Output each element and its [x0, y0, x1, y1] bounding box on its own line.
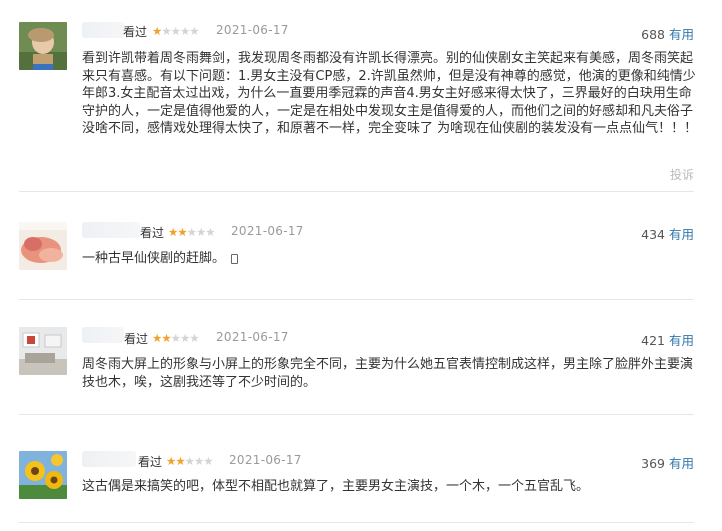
- rating-stars: ★★★★★: [152, 330, 200, 346]
- watched-status: 看过: [123, 25, 148, 39]
- vote-count: 369 有用: [641, 453, 694, 472]
- avatar[interactable]: [19, 222, 67, 270]
- vote-number: 434: [641, 227, 665, 242]
- star-empty-icon: ★: [203, 454, 213, 468]
- avatar[interactable]: [19, 327, 67, 375]
- vote-useful-button[interactable]: 有用: [669, 456, 694, 471]
- star-empty-icon: ★: [186, 225, 197, 239]
- divider: [19, 191, 694, 192]
- vote-count: 688 有用: [641, 24, 694, 43]
- vote-useful-button[interactable]: 有用: [669, 227, 694, 242]
- report-link[interactable]: 投诉: [670, 166, 694, 183]
- avatar-image: [19, 22, 67, 70]
- username[interactable]: [82, 22, 124, 38]
- username[interactable]: [82, 327, 124, 343]
- avatar-image: [19, 222, 67, 270]
- star-filled-icon: ★: [161, 331, 171, 345]
- vote-useful-button[interactable]: 有用: [669, 333, 694, 348]
- vote-count: 421 有用: [641, 330, 694, 349]
- review-text: 一种古早仙侠剧的赶脚。: [82, 251, 226, 266]
- review-date: 2021-06-17: [216, 330, 289, 344]
- review-date: 2021-06-17: [229, 453, 302, 467]
- star-empty-icon: ★: [195, 225, 206, 239]
- divider: [19, 299, 694, 300]
- star-filled-icon: ★: [177, 225, 187, 239]
- star-empty-icon: ★: [170, 331, 181, 345]
- review-content: 一种古早仙侠剧的赶脚。: [82, 250, 698, 268]
- star-filled-icon: ★: [152, 331, 162, 345]
- star-empty-icon: ★: [161, 24, 171, 38]
- review-date: 2021-06-17: [231, 224, 304, 238]
- avatar-image: [19, 451, 67, 499]
- avatar[interactable]: [19, 22, 67, 70]
- review-content: 看到许凯带着周冬雨舞剑，我发现周冬雨都没有许凯长得漂亮。别的仙侠剧女主笑起来有美…: [82, 51, 698, 136]
- review-content: 周冬雨大屏上的形象与小屏上的形象完全不同，主要为什么她五官表情控制成这样，男主除…: [82, 357, 694, 390]
- mobile-icon: [231, 253, 239, 264]
- star-empty-icon: ★: [184, 454, 195, 468]
- rating-stars: ★★★★★: [166, 453, 214, 469]
- watched-status: 看过: [138, 455, 163, 469]
- rating-stars: ★★★★★: [168, 224, 216, 240]
- star-empty-icon: ★: [189, 24, 199, 38]
- star-filled-icon: ★: [175, 454, 185, 468]
- vote-count: 434 有用: [641, 224, 694, 243]
- review-content: 这古偶是来搞笑的吧，体型不相配也就算了，主要男女主演技，一个木，一个五官乱飞。: [82, 479, 590, 494]
- rating-stars: ★★★★★: [152, 23, 200, 39]
- review-date: 2021-06-17: [216, 23, 289, 37]
- vote-number: 369: [641, 456, 665, 471]
- watched-status: 看过: [124, 332, 149, 346]
- avatar[interactable]: [19, 451, 67, 499]
- star-filled-icon: ★: [152, 24, 162, 38]
- star-empty-icon: ★: [193, 454, 204, 468]
- star-filled-icon: ★: [168, 225, 178, 239]
- avatar-image: [19, 327, 67, 375]
- username[interactable]: [82, 222, 140, 238]
- star-empty-icon: ★: [205, 225, 215, 239]
- username[interactable]: [82, 451, 136, 467]
- star-empty-icon: ★: [179, 331, 190, 345]
- star-empty-icon: ★: [179, 24, 190, 38]
- watched-status: 看过: [140, 226, 165, 240]
- star-empty-icon: ★: [189, 331, 199, 345]
- vote-number: 421: [641, 333, 665, 348]
- star-empty-icon: ★: [170, 24, 181, 38]
- vote-number: 688: [641, 27, 665, 42]
- vote-useful-button[interactable]: 有用: [669, 27, 694, 42]
- star-filled-icon: ★: [166, 454, 176, 468]
- divider: [19, 522, 694, 523]
- divider: [19, 414, 694, 415]
